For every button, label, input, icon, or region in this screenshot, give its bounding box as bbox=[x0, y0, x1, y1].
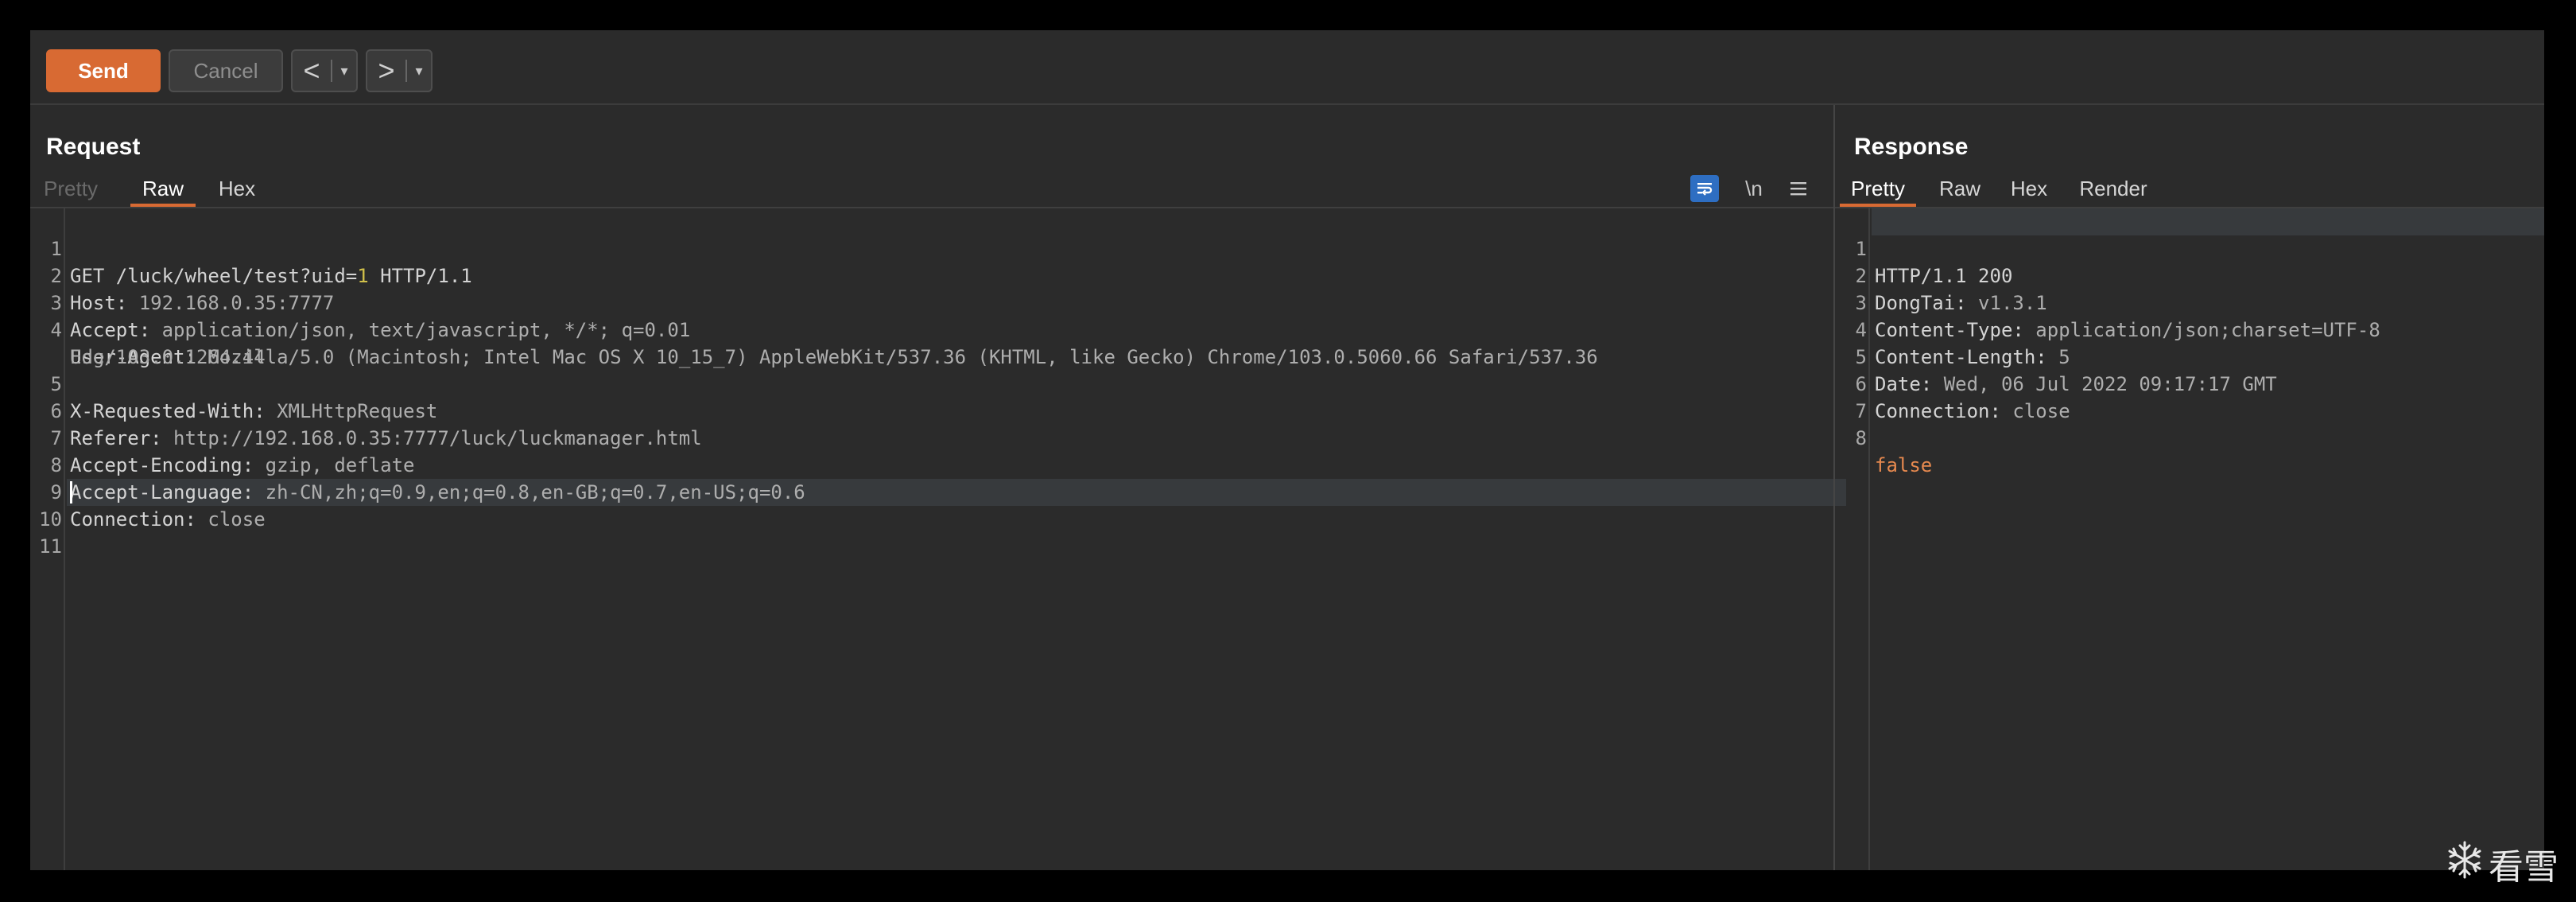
code-line: 5 Date: Wed, 06 Jul 2022 09:17:17 GMT bbox=[1835, 317, 2277, 395]
header-value: application/json;charset=UTF-8 bbox=[2023, 319, 2380, 341]
hamburger-menu-icon[interactable] bbox=[1784, 175, 1813, 202]
tab-hex[interactable]: Hex bbox=[210, 170, 264, 207]
header-line: X-Requested-With: XMLHttpRequest bbox=[70, 398, 437, 425]
code-line: 4 User-Agent: Mozilla/5.0 (Macintosh; In… bbox=[30, 290, 1598, 368]
code-line: 8 Accept-Language: zh-CN,zh;q=0.9,en;q=0… bbox=[30, 425, 805, 503]
tab-pretty[interactable]: Pretty bbox=[1840, 170, 1916, 207]
code-line: 6 Connection: close bbox=[1835, 344, 2070, 422]
code-line: 8 false bbox=[1835, 398, 1933, 476]
header-value: Wed, 06 Jul 2022 09:17:17 GMT bbox=[1932, 373, 2277, 395]
code-line: 10 bbox=[30, 479, 122, 531]
repeater-window: Send Cancel < ▾ > ▾ Request Pretty Raw H… bbox=[30, 30, 2544, 870]
header-value: application/json, text/javascript, */*; … bbox=[150, 319, 691, 341]
code-line: 4 Content-Length: 5 bbox=[1835, 290, 2070, 368]
forward-button[interactable]: > ▾ bbox=[366, 49, 433, 92]
code-line: 1 HTTP/1.1 200 bbox=[1835, 208, 2013, 287]
header-value: zh-CN,zh;q=0.9,en;q=0.8,en-GB;q=0.7,en-U… bbox=[254, 481, 805, 503]
request-tabs: Pretty Raw Hex \n bbox=[30, 170, 1833, 208]
request-line: GET /luck/wheel/test?uid=1 HTTP/1.1 bbox=[70, 262, 472, 290]
code-line: 11 bbox=[30, 506, 122, 558]
response-title: Response bbox=[1854, 134, 1969, 160]
request-title: Request bbox=[46, 134, 141, 160]
uid-param-value: 1 bbox=[357, 265, 369, 287]
code-line-wrapped: Edg/103.0.1264.44 bbox=[30, 317, 266, 368]
request-panel: Request Pretty Raw Hex \n 1 GET /luck/wh… bbox=[30, 105, 1846, 870]
snowflake-logo-icon bbox=[2444, 839, 2485, 889]
tab-hex[interactable]: Hex bbox=[2002, 170, 2056, 207]
chevron-down-icon[interactable]: ▾ bbox=[332, 63, 356, 80]
chevron-down-icon[interactable]: ▾ bbox=[407, 63, 431, 80]
watermark-text: 看雪 bbox=[2489, 847, 2559, 888]
newline-toggle[interactable]: \n bbox=[1738, 175, 1770, 202]
code-line: 7 bbox=[1835, 371, 1927, 422]
tab-render[interactable]: Render bbox=[2072, 170, 2155, 207]
back-button[interactable]: < ▾ bbox=[291, 49, 358, 92]
request-editor[interactable]: 1 GET /luck/wheel/test?uid=1 HTTP/1.1 2 … bbox=[30, 208, 1846, 870]
chevron-right-icon: > bbox=[378, 54, 395, 87]
response-panel: Response Pretty Raw Hex Render 1 HTTP/1.… bbox=[1835, 105, 2544, 870]
header-value: http://192.168.0.35:7777/luck/luckmanage… bbox=[161, 427, 702, 449]
response-editor[interactable]: 1 HTTP/1.1 200 2 DongTai: v1.3.1 3 Conte… bbox=[1835, 208, 2544, 870]
header-value: Mozilla/5.0 (Macintosh; Intel Mac OS X 1… bbox=[196, 346, 1598, 368]
tab-raw[interactable]: Raw bbox=[1932, 170, 1988, 207]
response-body: false bbox=[1875, 454, 1933, 476]
tab-raw[interactable]: Raw bbox=[130, 170, 196, 207]
header-value: close bbox=[196, 508, 266, 531]
header-line: Content-Type: application/json;charset=U… bbox=[1875, 317, 2380, 344]
header-line: Date: Wed, 06 Jul 2022 09:17:17 GMT bbox=[1875, 371, 2277, 398]
header-line: Accept: application/json, text/javascrip… bbox=[70, 317, 690, 344]
header-value: 5 bbox=[2046, 346, 2070, 368]
header-value: v1.3.1 bbox=[1966, 292, 2047, 314]
header-value: XMLHttpRequest bbox=[265, 400, 438, 422]
tab-pretty[interactable]: Pretty bbox=[38, 170, 103, 207]
toolbar: Send Cancel < ▾ > ▾ bbox=[30, 30, 2544, 105]
header-line: User-Agent: Mozilla/5.0 (Macintosh; Inte… bbox=[70, 344, 1598, 371]
header-value: close bbox=[2000, 400, 2070, 422]
code-line: 2 Host: 192.168.0.35:7777 bbox=[30, 235, 335, 314]
line-number: 11 bbox=[39, 535, 62, 558]
code-line: 3 Accept: application/json, text/javascr… bbox=[30, 262, 691, 341]
http-version: HTTP/1.1 bbox=[368, 265, 472, 287]
code-line: 9 Connection: close bbox=[30, 452, 266, 531]
current-line-highlight bbox=[1872, 208, 2544, 235]
line-number: 8 bbox=[1855, 427, 1867, 449]
code-line: 2 DongTai: v1.3.1 bbox=[1835, 235, 2047, 314]
header-value: gzip, deflate bbox=[254, 454, 415, 476]
code-line: 6 Referer: http://192.168.0.35:7777/luck… bbox=[30, 371, 702, 449]
chevron-left-icon: < bbox=[303, 54, 320, 87]
code-line: 7 Accept-Encoding: gzip, deflate bbox=[30, 398, 415, 476]
code-line: 5 X-Requested-With: XMLHttpRequest bbox=[30, 344, 438, 422]
cancel-button[interactable]: Cancel bbox=[169, 49, 283, 92]
send-button[interactable]: Send bbox=[46, 49, 161, 92]
response-tabs: Pretty Raw Hex Render bbox=[1835, 170, 2544, 208]
text-caret bbox=[70, 481, 72, 503]
code-line: 3 Content-Type: application/json;charset… bbox=[1835, 262, 2380, 341]
header-line: Referer: http://192.168.0.35:7777/luck/l… bbox=[70, 425, 702, 452]
word-wrap-icon[interactable] bbox=[1690, 175, 1719, 202]
header-value: 192.168.0.35:7777 bbox=[127, 292, 335, 314]
watermark: 看雪 bbox=[2444, 840, 2559, 888]
header-line: Accept-Language: zh-CN,zh;q=0.9,en;q=0.8… bbox=[70, 479, 805, 506]
code-line: 1 GET /luck/wheel/test?uid=1 HTTP/1.1 bbox=[30, 208, 472, 287]
